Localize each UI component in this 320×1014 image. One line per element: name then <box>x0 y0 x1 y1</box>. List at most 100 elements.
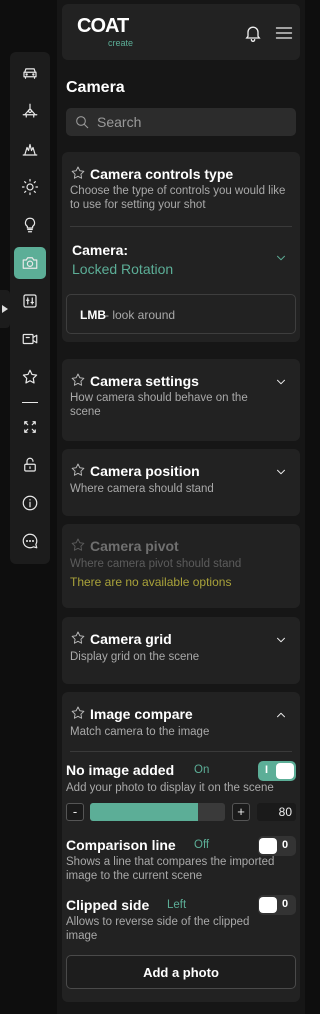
controls-hint: LMB - look around <box>66 294 296 334</box>
lighting-button[interactable] <box>14 171 46 203</box>
toggle-mark: I <box>265 764 269 776</box>
logo-subtitle: create <box>108 38 134 48</box>
star-icon <box>71 706 85 719</box>
toggle-knob <box>259 897 277 913</box>
hint-key: LMB <box>80 308 106 322</box>
comparison-line-state: Off <box>194 839 210 851</box>
card-description: How camera should behave on the scene <box>70 392 248 418</box>
star-icon <box>71 538 85 551</box>
scene-button[interactable] <box>14 133 46 165</box>
favorite-toggle[interactable] <box>70 630 86 646</box>
rail-collapse-toggle[interactable] <box>0 290 10 328</box>
fullscreen-button[interactable] <box>14 411 46 443</box>
info-button[interactable] <box>14 487 46 519</box>
fullscreen-icon <box>24 421 36 433</box>
card-description: Display grid on the scene <box>70 651 200 663</box>
camera-position-card[interactable]: Camera position Where camera should stan… <box>62 449 300 516</box>
comparison-line-title: Comparison line <box>66 837 176 853</box>
video-button[interactable] <box>14 323 46 355</box>
tool-rail <box>10 52 50 564</box>
favorite-toggle[interactable] <box>70 372 86 388</box>
camera-type-select[interactable]: Camera: Locked Rotation <box>62 232 300 282</box>
no-options-note: There are no available options <box>70 575 232 589</box>
comparison-line-toggle[interactable]: 0 <box>258 836 296 856</box>
opacity-slider[interactable] <box>90 803 225 821</box>
chevron-down-icon[interactable] <box>274 465 288 479</box>
camera-pivot-card: Camera pivot Where camera pivot should s… <box>62 524 300 608</box>
hint-text: - look around <box>105 308 176 322</box>
divider <box>70 751 292 752</box>
camera-controls-type-card: Camera controls type Choose the type of … <box>62 152 300 342</box>
favorite-toggle <box>70 537 86 553</box>
chevron-down-icon <box>274 251 288 265</box>
lights-button[interactable] <box>14 209 46 241</box>
no-image-state: On <box>194 764 210 776</box>
toggle-knob <box>276 763 294 779</box>
clipped-side-desc: Allows to reverse side of the clipped im… <box>66 916 250 942</box>
card-title: Camera pivot <box>90 538 179 554</box>
clipped-side-state: Left <box>167 899 187 911</box>
card-description: Where camera pivot should stand <box>70 558 242 570</box>
rail-divider <box>22 402 38 403</box>
search-input[interactable] <box>97 114 287 130</box>
car-icon <box>23 68 37 79</box>
adjustments-button[interactable] <box>14 285 46 317</box>
sun-icon <box>21 178 39 196</box>
adjustments-icon <box>23 294 37 308</box>
card-description: Where camera should stand <box>70 483 214 495</box>
panel-header: COAT create <box>62 4 300 60</box>
bell-icon <box>245 26 261 42</box>
card-title: Camera controls type <box>90 166 234 182</box>
opacity-decrease-button[interactable]: - <box>66 803 84 821</box>
hamburger-icon <box>275 27 293 39</box>
camera-icon <box>22 257 38 269</box>
toggle-mark: 0 <box>282 839 289 851</box>
favorite-toggle[interactable] <box>70 705 86 721</box>
divider <box>70 226 292 227</box>
toggle-mark: 0 <box>282 898 289 910</box>
car-button[interactable] <box>14 57 46 89</box>
vehicle-3d-button[interactable] <box>14 95 46 127</box>
bulb-icon <box>24 217 36 233</box>
opacity-increase-button[interactable]: + <box>232 803 250 821</box>
chat-button[interactable] <box>14 525 46 557</box>
opacity-slider-fill <box>90 803 198 821</box>
card-title: Image compare <box>90 706 193 722</box>
chevron-down-icon[interactable] <box>274 633 288 647</box>
opacity-value[interactable]: 80 <box>257 803 296 821</box>
card-description: Choose the type of controls you would li… <box>70 185 286 211</box>
favorites-button[interactable] <box>14 361 46 393</box>
star-icon <box>71 166 85 179</box>
camera-settings-card[interactable]: Camera settings How camera should behave… <box>62 359 300 441</box>
star-icon <box>22 369 38 384</box>
chat-icon <box>22 533 38 549</box>
caret-right-icon <box>2 305 8 313</box>
video-icon <box>22 333 38 345</box>
toggle-knob <box>259 838 277 854</box>
clipped-side-toggle[interactable]: 0 <box>258 895 296 915</box>
favorite-toggle[interactable] <box>70 165 86 181</box>
camera-panel: COAT create Camera Camera controls type … <box>57 0 305 1014</box>
chevron-down-icon[interactable] <box>274 375 288 389</box>
camera-button[interactable] <box>14 247 46 279</box>
camera-grid-card[interactable]: Camera grid Display grid on the scene <box>62 617 300 684</box>
chevron-up-icon[interactable] <box>274 708 288 722</box>
comparison-line-desc: Shows a line that compares the imported … <box>66 856 275 882</box>
info-icon <box>22 495 38 511</box>
search-icon <box>76 116 89 129</box>
notifications-button[interactable] <box>242 22 264 44</box>
card-title: Camera position <box>90 463 200 479</box>
no-image-toggle[interactable]: I <box>258 761 296 781</box>
add-photo-button[interactable]: Add a photo <box>66 955 296 989</box>
card-title: Camera grid <box>90 631 172 647</box>
no-image-title: No image added <box>66 762 175 778</box>
no-image-desc: Add your photo to display it on the scen… <box>66 782 274 794</box>
menu-button[interactable] <box>273 22 295 44</box>
unlock-icon <box>24 457 36 472</box>
favorite-toggle[interactable] <box>70 462 86 478</box>
search-box[interactable] <box>66 108 296 136</box>
vehicle-3d-icon <box>22 103 38 118</box>
select-label: Camera: <box>72 242 129 258</box>
star-icon <box>71 631 85 644</box>
unlock-button[interactable] <box>14 449 46 481</box>
